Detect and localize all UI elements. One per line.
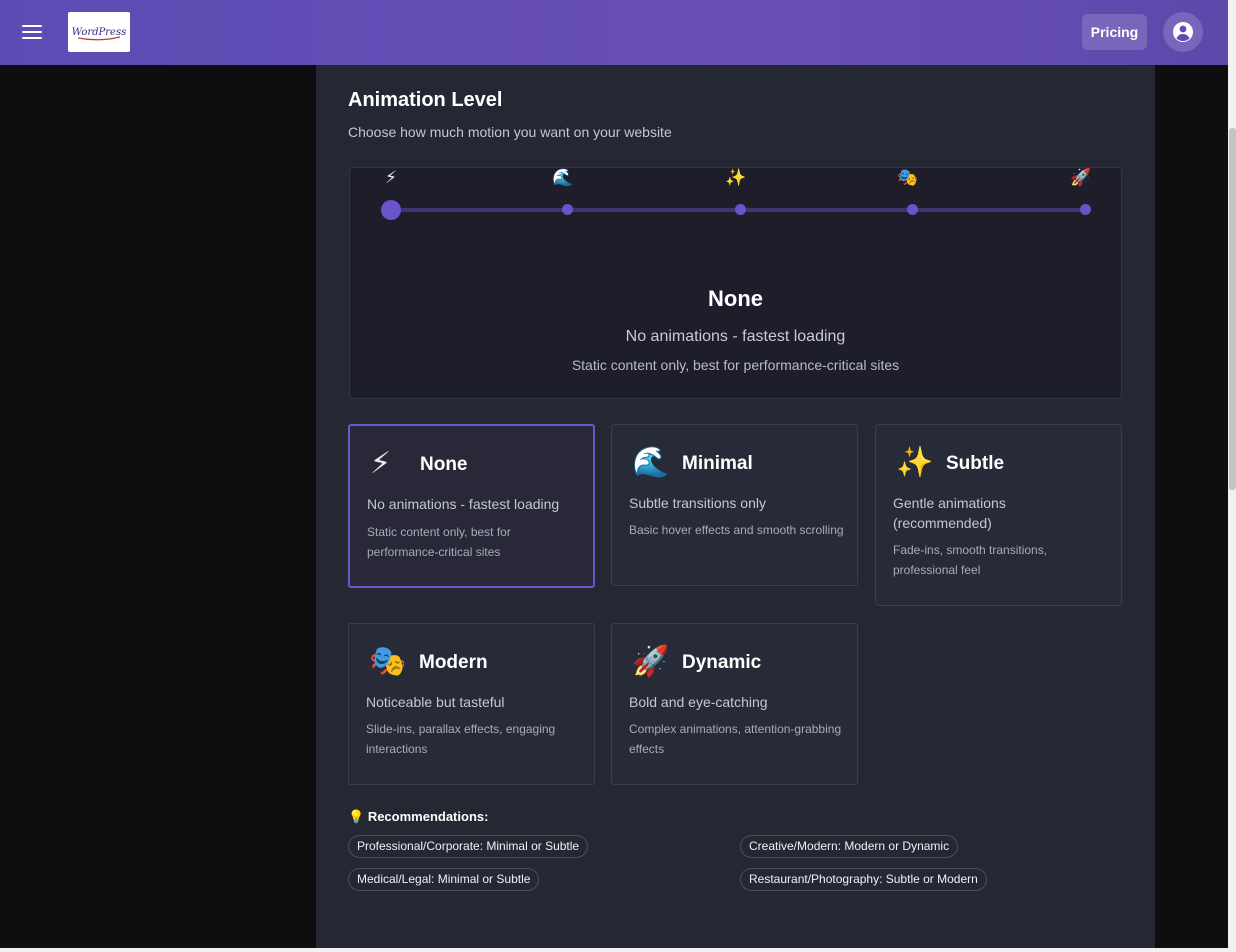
option-description: Gentle animations (recommended): [893, 495, 1006, 531]
lightning-icon[interactable]: ⚡: [380, 168, 402, 190]
logo-wordmark: WordPress: [72, 27, 126, 41]
option-card-modern[interactable]: 🎭 Modern Noticeable but tasteful Slide-i…: [348, 623, 595, 785]
recommendations-title: Recommendations:: [367, 809, 489, 824]
vertical-scrollbar[interactable]: [1228, 0, 1236, 952]
option-description: Noticeable but tasteful: [366, 694, 505, 710]
option-title: Dynamic: [682, 652, 762, 673]
option-description: Subtle transitions only: [629, 495, 766, 511]
wave-icon: 🌊: [632, 446, 670, 479]
slider-step-dynamic[interactable]: [1080, 204, 1091, 215]
rocket-icon[interactable]: 🚀: [1070, 168, 1092, 190]
slider-step-subtle[interactable]: [735, 204, 746, 215]
recommendation-chip: Creative/Modern: Modern or Dynamic: [740, 835, 959, 858]
option-description: Bold and eye-catching: [629, 694, 768, 710]
slider-step-modern[interactable]: [907, 204, 918, 215]
preview-title: None: [708, 286, 763, 311]
animation-level-panel: Animation Level Choose how much motion y…: [316, 65, 1155, 948]
theater-masks-icon: 🎭: [369, 645, 407, 678]
option-detail: Complex animations, attention-grabbing e…: [629, 722, 842, 756]
account-circle-icon: [1173, 22, 1193, 42]
pricing-button[interactable]: Pricing: [1082, 14, 1147, 50]
option-title: Modern: [419, 652, 488, 673]
option-card-dynamic[interactable]: 🚀 Dynamic Bold and eye-catching Complex …: [611, 623, 858, 785]
recommendation-chip: Restaurant/Photography: Subtle or Modern: [740, 868, 987, 891]
option-card-minimal[interactable]: 🌊 Minimal Subtle transitions only Basic …: [611, 424, 858, 586]
svg-text:WordPress: WordPress: [72, 27, 126, 38]
wave-icon[interactable]: 🌊: [552, 168, 574, 190]
slider-step-minimal[interactable]: [562, 204, 573, 215]
option-title: None: [420, 454, 468, 475]
option-title: Minimal: [682, 453, 753, 474]
recommendation-chip: Medical/Legal: Minimal or Subtle: [348, 868, 540, 891]
logo[interactable]: WordPress: [68, 12, 130, 52]
lightbulb-icon: 💡: [348, 809, 365, 824]
option-detail: Basic hover effects and smooth scrolling: [629, 523, 844, 537]
top-app-bar: WordPress Pricing: [0, 0, 1228, 65]
menu-icon[interactable]: [20, 21, 44, 43]
scrollbar-thumb[interactable]: [1229, 128, 1236, 490]
option-detail: Static content only, best for performanc…: [367, 525, 511, 559]
option-detail: Fade-ins, smooth transitions, profession…: [893, 543, 1048, 577]
level-preview: ⚡ 🌊 ✨ 🎭 🚀 None No animations - fastest l…: [349, 167, 1122, 399]
account-button[interactable]: [1163, 12, 1203, 52]
recommendations-heading: 💡 Recommendations:: [348, 809, 488, 825]
option-description: No animations - fastest loading: [367, 496, 560, 512]
recommendation-chip: Professional/Corporate: Minimal or Subtl…: [348, 835, 589, 858]
sparkles-icon[interactable]: ✨: [725, 168, 747, 190]
section-title: Animation Level: [348, 89, 503, 111]
option-card-subtle[interactable]: ✨ Subtle Gentle animations (recommended)…: [875, 424, 1122, 606]
lightning-icon: ⚡: [370, 447, 392, 480]
horizontal-scrollbar[interactable]: [0, 948, 1228, 952]
option-title: Subtle: [946, 453, 1005, 474]
section-subtitle: Choose how much motion you want on your …: [348, 124, 672, 140]
preview-description: No animations - fastest loading: [625, 328, 846, 345]
preview-detail: Static content only, best for performanc…: [571, 357, 900, 373]
option-card-none[interactable]: ⚡ None No animations - fastest loading S…: [348, 424, 595, 588]
option-detail: Slide-ins, parallax effects, engaging in…: [366, 722, 556, 756]
theater-masks-icon[interactable]: 🎭: [897, 168, 919, 190]
slider-thumb[interactable]: [381, 200, 401, 220]
rocket-icon: 🚀: [632, 645, 670, 678]
sparkles-icon: ✨: [896, 446, 934, 479]
